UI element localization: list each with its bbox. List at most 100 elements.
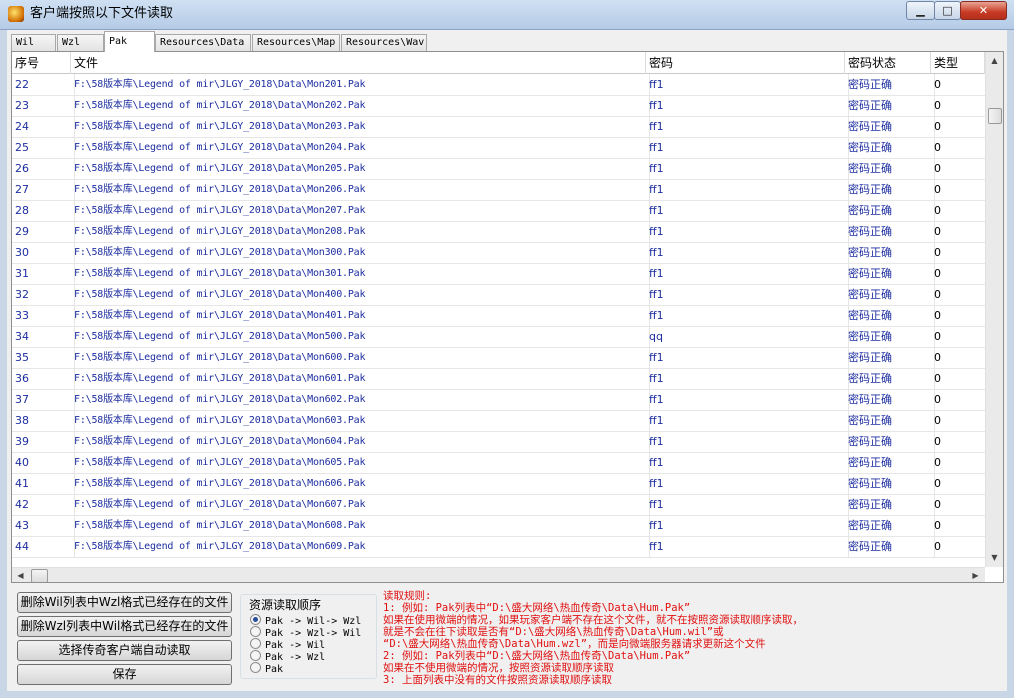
table-row[interactable]: 43 F:\58版本库\Legend of mir\JLGY_2018\Data\…: [12, 515, 985, 537]
delete-wil-in-wzl-button[interactable]: 删除Wzl列表中Wil格式已经存在的文件: [17, 616, 232, 637]
cell-password-status: 密码正确: [845, 95, 935, 116]
table-row[interactable]: 30 F:\58版本库\Legend of mir\JLGY_2018\Data\…: [12, 242, 985, 264]
table-row[interactable]: 33 F:\58版本库\Legend of mir\JLGY_2018\Data\…: [12, 305, 985, 327]
cell-index: 31: [12, 263, 75, 284]
scroll-up-icon[interactable]: ▲: [986, 52, 1003, 69]
table-row[interactable]: 25 F:\58版本库\Legend of mir\JLGY_2018\Data\…: [12, 137, 985, 159]
tab-wil[interactable]: Wil: [11, 34, 56, 51]
cell-file: F:\58版本库\Legend of mir\JLGY_2018\Data\Mo…: [71, 116, 650, 137]
cell-password: ff1: [646, 74, 849, 95]
cell-file: F:\58版本库\Legend of mir\JLGY_2018\Data\Mo…: [71, 221, 650, 242]
cell-index: 39: [12, 431, 75, 452]
table-row[interactable]: 39 F:\58版本库\Legend of mir\JLGY_2018\Data\…: [12, 431, 985, 453]
vertical-scroll-thumb[interactable]: [988, 108, 1002, 124]
cell-file: F:\58版本库\Legend of mir\JLGY_2018\Data\Mo…: [71, 200, 650, 221]
cell-type: 0: [931, 368, 985, 389]
table-row[interactable]: 37 F:\58版本库\Legend of mir\JLGY_2018\Data\…: [12, 389, 985, 411]
cell-password-status: 密码正确: [845, 305, 935, 326]
cell-file: F:\58版本库\Legend of mir\JLGY_2018\Data\Mo…: [71, 368, 650, 389]
save-button[interactable]: 保存: [17, 664, 232, 685]
table-row[interactable]: 41 F:\58版本库\Legend of mir\JLGY_2018\Data\…: [12, 473, 985, 495]
window-title: 客户端按照以下文件读取: [30, 6, 174, 21]
cell-file: F:\58版本库\Legend of mir\JLGY_2018\Data\Mo…: [71, 494, 650, 515]
column-header-password-status[interactable]: 密码状态: [845, 52, 931, 74]
table-row[interactable]: 23 F:\58版本库\Legend of mir\JLGY_2018\Data\…: [12, 95, 985, 117]
radio-unchecked-icon[interactable]: [250, 638, 261, 649]
table-row[interactable]: 28 F:\58版本库\Legend of mir\JLGY_2018\Data\…: [12, 200, 985, 222]
radio-checked-icon[interactable]: [250, 614, 261, 625]
column-header-index[interactable]: 序号: [12, 52, 71, 74]
table-row[interactable]: 44 F:\58版本库\Legend of mir\JLGY_2018\Data\…: [12, 536, 985, 558]
cell-file: F:\58版本库\Legend of mir\JLGY_2018\Data\Mo…: [71, 473, 650, 494]
cell-password: ff1: [646, 305, 849, 326]
table-row[interactable]: 31 F:\58版本库\Legend of mir\JLGY_2018\Data\…: [12, 263, 985, 285]
tab-pak[interactable]: Pak: [104, 31, 155, 52]
cell-password-status: 密码正确: [845, 200, 935, 221]
cell-type: 0: [931, 137, 985, 158]
app-icon: [8, 6, 24, 22]
cell-index: 42: [12, 494, 75, 515]
table-row[interactable]: 42 F:\58版本库\Legend of mir\JLGY_2018\Data\…: [12, 494, 985, 516]
resource-order-title: 资源读取顺序: [247, 596, 324, 613]
cell-password: ff1: [646, 179, 849, 200]
cell-index: 43: [12, 515, 75, 536]
cell-index: 28: [12, 200, 75, 221]
cell-type: 0: [931, 179, 985, 200]
table-row[interactable]: 34 F:\58版本库\Legend of mir\JLGY_2018\Data\…: [12, 326, 985, 348]
cell-password-status: 密码正确: [845, 515, 935, 536]
horizontal-scrollbar[interactable]: ◀ ▶: [12, 567, 985, 582]
cell-index: 44: [12, 536, 75, 557]
select-client-auto-read-button[interactable]: 选择传奇客户端自动读取: [17, 640, 232, 661]
column-header-type[interactable]: 类型: [931, 52, 985, 74]
tab-resources-data[interactable]: Resources\Data: [155, 34, 251, 51]
cell-file: F:\58版本库\Legend of mir\JLGY_2018\Data\Mo…: [71, 431, 650, 452]
cell-type: 0: [931, 431, 985, 452]
close-button[interactable]: ✕: [960, 1, 1007, 20]
minimize-button[interactable]: ▁: [906, 1, 935, 20]
cell-type: 0: [931, 473, 985, 494]
tab-wzl[interactable]: Wzl: [57, 34, 104, 51]
cell-password: ff1: [646, 515, 849, 536]
column-header-file[interactable]: 文件: [71, 52, 646, 74]
column-header-password[interactable]: 密码: [646, 52, 845, 74]
radio-unchecked-icon[interactable]: [250, 662, 261, 673]
cell-index: 25: [12, 137, 75, 158]
cell-password: ff1: [646, 347, 849, 368]
scroll-left-icon[interactable]: ◀: [12, 567, 29, 582]
rules-line: 如果在不使用微端的情况，按照资源读取顺序读取: [383, 662, 614, 674]
pak-file-table[interactable]: 序号 文件 密码 密码状态 类型 22 F:\58版本库\Legend of mi…: [11, 51, 1004, 583]
radio-unchecked-icon[interactable]: [250, 626, 261, 637]
delete-wzl-in-wil-button[interactable]: 删除Wil列表中Wzl格式已经存在的文件: [17, 592, 232, 613]
cell-type: 0: [931, 494, 985, 515]
cell-password: ff1: [646, 242, 849, 263]
table-row[interactable]: 24 F:\58版本库\Legend of mir\JLGY_2018\Data\…: [12, 116, 985, 138]
table-header: 序号 文件 密码 密码状态 类型: [12, 52, 985, 74]
table-row[interactable]: 27 F:\58版本库\Legend of mir\JLGY_2018\Data\…: [12, 179, 985, 201]
cell-type: 0: [931, 389, 985, 410]
maximize-button[interactable]: □: [934, 1, 961, 20]
table-row[interactable]: 32 F:\58版本库\Legend of mir\JLGY_2018\Data\…: [12, 284, 985, 306]
vertical-scrollbar[interactable]: ▲ ▼: [985, 52, 1003, 567]
table-row[interactable]: 38 F:\58版本库\Legend of mir\JLGY_2018\Data\…: [12, 410, 985, 432]
cell-type: 0: [931, 326, 985, 347]
rules-line: 3: 上面列表中没有的文件按照资源读取顺序读取: [383, 674, 612, 686]
cell-type: 0: [931, 452, 985, 473]
scroll-down-icon[interactable]: ▼: [986, 549, 1003, 566]
cell-index: 35: [12, 347, 75, 368]
tab-resources-wav[interactable]: Resources\Wav: [341, 34, 427, 51]
cell-file: F:\58版本库\Legend of mir\JLGY_2018\Data\Mo…: [71, 95, 650, 116]
tab-resources-map[interactable]: Resources\Map: [252, 34, 340, 51]
table-row[interactable]: 29 F:\58版本库\Legend of mir\JLGY_2018\Data\…: [12, 221, 985, 243]
radio-unchecked-icon[interactable]: [250, 650, 261, 661]
table-row[interactable]: 26 F:\58版本库\Legend of mir\JLGY_2018\Data\…: [12, 158, 985, 180]
cell-file: F:\58版本库\Legend of mir\JLGY_2018\Data\Mo…: [71, 179, 650, 200]
table-row[interactable]: 40 F:\58版本库\Legend of mir\JLGY_2018\Data\…: [12, 452, 985, 474]
table-row[interactable]: 36 F:\58版本库\Legend of mir\JLGY_2018\Data\…: [12, 368, 985, 390]
cell-type: 0: [931, 263, 985, 284]
cell-password-status: 密码正确: [845, 242, 935, 263]
table-row[interactable]: 35 F:\58版本库\Legend of mir\JLGY_2018\Data\…: [12, 347, 985, 369]
scroll-right-icon[interactable]: ▶: [967, 567, 984, 582]
table-row[interactable]: 22 F:\58版本库\Legend of mir\JLGY_2018\Data\…: [12, 74, 985, 96]
horizontal-scroll-thumb[interactable]: [31, 569, 48, 582]
resource-order-option[interactable]: Pak: [250, 662, 283, 675]
